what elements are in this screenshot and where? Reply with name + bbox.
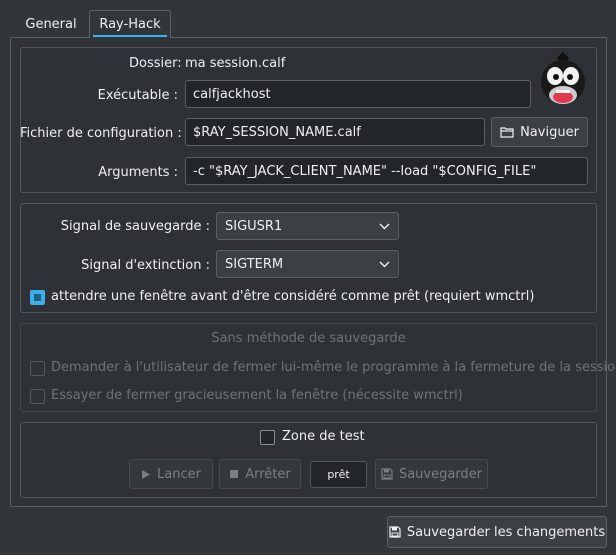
executable-input[interactable]: calfjackhost [185,80,531,108]
executable-label: Exécutable : [97,88,178,103]
config-file-input[interactable]: $RAY_SESSION_NAME.calf [185,118,485,146]
save-changes-button[interactable]: Sauvegarder les changements [387,516,607,548]
mascot-icon [538,50,588,106]
chevron-down-icon [379,261,390,267]
folder-value: ma session.calf [185,56,286,71]
tab-general-label: General [25,16,77,32]
stop-signal-value: SIGTERM [225,256,284,272]
stop-signal-label: Signal d'extinction : [81,258,210,273]
save-signal-select[interactable]: SIGUSR1 [216,212,399,240]
client-state-indicator: prêt [310,461,367,488]
save-icon [389,526,401,538]
close-gracefully-checkbox[interactable] [30,389,45,404]
close-gracefully-label: Essayer de fermer gracieusement la fenêt… [51,388,463,403]
browse-button[interactable]: Naviguer [491,117,588,147]
chevron-down-icon [379,223,390,229]
stop-button-label: Arrêter [245,466,291,482]
browse-button-label: Naviguer [520,124,579,140]
config-file-label: Fichier de configuration : [20,126,182,141]
test-zone-checkbox[interactable] [260,430,275,445]
save-signal-label: Signal de sauvegarde : [60,219,210,234]
tab-general[interactable]: General [14,10,88,38]
test-save-button[interactable]: Sauvegarder [375,459,488,489]
test-save-button-label: Sauvegarder [398,466,483,482]
arguments-input[interactable]: -c "$RAY_JACK_CLIENT_NAME" --load "$CONF… [185,157,588,185]
active-tab-indicator [93,35,167,37]
start-button-label: Lancer [157,466,201,482]
wait-window-label: attendre une fenêtre avant d'être consid… [51,289,535,304]
save-signal-value: SIGUSR1 [225,218,283,234]
ask-user-close-checkbox[interactable] [30,361,45,376]
stop-button[interactable]: Arrêter [219,459,301,489]
start-button[interactable]: Lancer [129,459,213,489]
folder-label: Dossier: [129,56,182,71]
wait-window-checkbox[interactable] [30,290,45,305]
tab-ray-hack-label: Ray-Hack [99,17,161,32]
ask-user-close-label: Demander à l'utilisateur de fermer lui-m… [51,360,616,375]
save-icon [381,468,393,480]
stop-signal-select[interactable]: SIGTERM [216,250,399,278]
no-save-method-title: Sans méthode de sauvegarde [211,331,406,346]
folder-icon [500,127,514,138]
tab-ray-hack[interactable]: Ray-Hack [89,10,171,38]
client-state-value: prêt [327,468,350,481]
save-changes-button-label: Sauvegarder les changements [406,524,606,540]
stop-icon [230,470,239,478]
test-zone-label: Zone de test [282,429,365,444]
play-icon [142,469,151,479]
arguments-label: Arguments : [98,165,178,180]
